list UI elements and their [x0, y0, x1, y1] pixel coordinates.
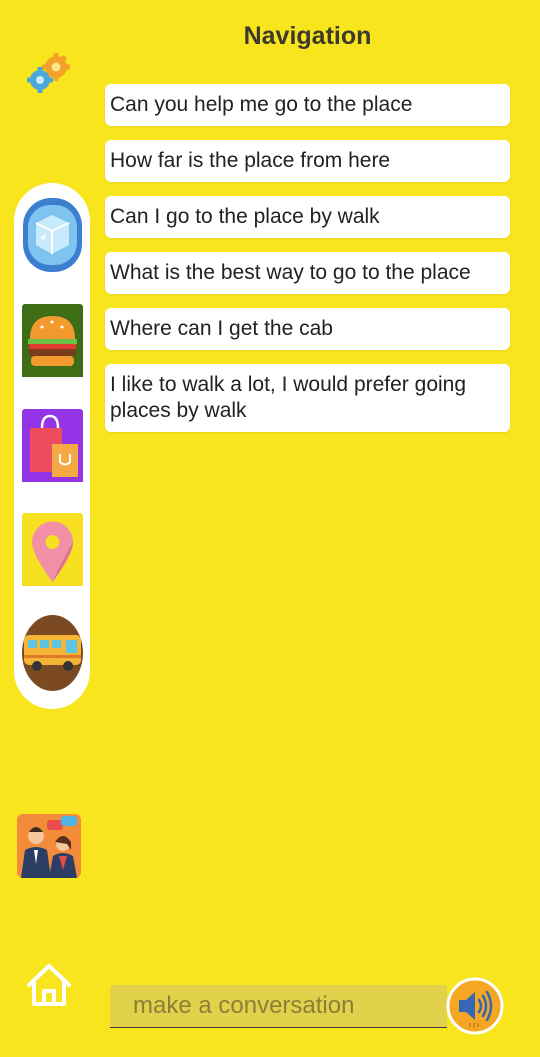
category-sidebar: [14, 183, 90, 709]
burger-icon[interactable]: [22, 301, 83, 377]
page-title: Navigation: [243, 22, 372, 50]
home-icon[interactable]: [24, 960, 74, 1010]
phrase-item[interactable]: How far is the place from here: [105, 140, 510, 182]
speaker-icon[interactable]: [446, 977, 504, 1035]
bus-icon[interactable]: [22, 615, 83, 691]
settings-gear-icon[interactable]: [24, 47, 74, 97]
phrase-item[interactable]: Where can I get the cab: [105, 308, 510, 350]
phrase-item[interactable]: I like to walk a lot, I would prefer goi…: [105, 364, 510, 432]
phrase-list: Can you help me go to the place How far …: [105, 84, 510, 446]
conversation-input-wrapper: [110, 985, 447, 1028]
phrase-item[interactable]: Can I go to the place by walk: [105, 196, 510, 238]
shopping-bags-icon[interactable]: [22, 406, 83, 482]
conversation-input[interactable]: [110, 985, 447, 1027]
phrase-item[interactable]: What is the best way to go to the place: [105, 252, 510, 294]
conversation-people-icon[interactable]: [17, 814, 81, 878]
phrase-item[interactable]: Can you help me go to the place: [105, 84, 510, 126]
ice-cube-icon[interactable]: [22, 197, 83, 273]
location-pin-icon[interactable]: [22, 510, 83, 586]
